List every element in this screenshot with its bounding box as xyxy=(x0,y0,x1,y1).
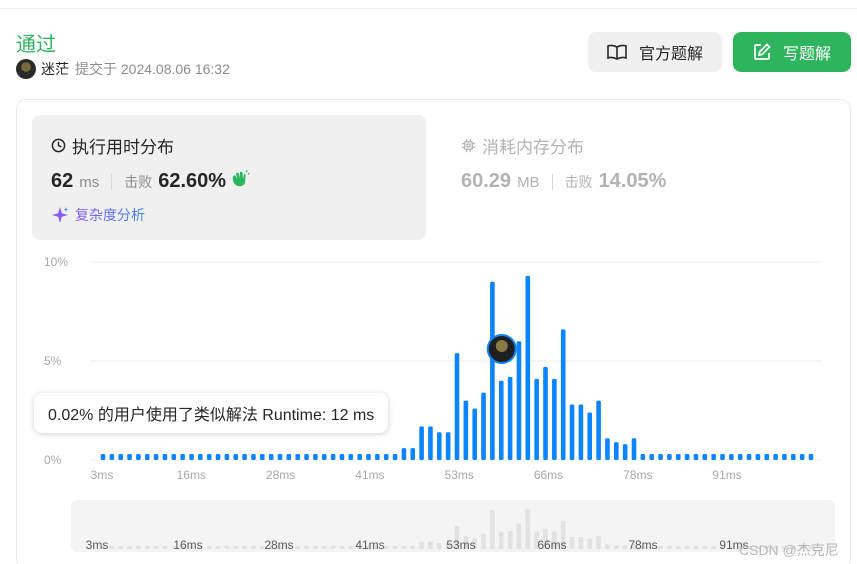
runtime-card[interactable]: 执行用时分布 62 ms 击败 62.60% 复杂度分析 xyxy=(32,115,426,240)
runtime-beats-label: 击败 xyxy=(124,174,153,190)
memory-unit: MB xyxy=(517,174,540,191)
book-icon xyxy=(607,44,627,60)
submission-status: 通过 xyxy=(16,34,56,56)
memory-card[interactable]: 消耗内存分布 60.29 MB 击败 14.05% xyxy=(442,115,836,240)
chart-tooltip: 0.02% 的用户使用了类似解法 Runtime: 12 ms xyxy=(34,393,389,433)
official-solutions-label: 官方题解 xyxy=(638,46,703,63)
clap-icon xyxy=(230,170,250,193)
watermark: CSDN @杰克尼 xyxy=(739,542,839,558)
runtime-title: 执行用时分布 xyxy=(51,133,174,158)
top-divider xyxy=(0,8,857,9)
submitted-time: 提交于 2024.08.06 16:32 xyxy=(75,61,230,77)
submission-meta: 迷茫 提交于 2024.08.06 16:32 xyxy=(16,59,230,79)
write-solution-label: 写题解 xyxy=(782,46,831,63)
sparkle-icon xyxy=(52,207,69,223)
complexity-analysis-link[interactable]: 复杂度分析 xyxy=(51,205,145,225)
memory-beats-label: 击败 xyxy=(564,174,593,190)
memory-metric: 60.29 MB 击败 14.05% xyxy=(461,170,666,193)
memory-value: 60.29 xyxy=(461,170,512,192)
runtime-unit: ms xyxy=(79,174,100,191)
clock-icon xyxy=(51,138,66,153)
chip-icon xyxy=(461,138,476,153)
runtime-value: 62 xyxy=(51,170,74,192)
metric-divider xyxy=(551,173,553,190)
runtime-beats-value: 62.60% xyxy=(158,170,227,192)
metric-divider xyxy=(111,173,113,190)
range-navigator[interactable] xyxy=(71,500,835,552)
runtime-title-text: 执行用时分布 xyxy=(72,138,174,157)
write-solution-button[interactable]: 写题解 xyxy=(733,32,851,72)
runtime-metric: 62 ms 击败 62.60% xyxy=(51,170,250,193)
complexity-label: 复杂度分析 xyxy=(75,207,145,223)
username[interactable]: 迷茫 xyxy=(41,59,69,79)
memory-title: 消耗内存分布 xyxy=(461,133,584,158)
memory-beats-value: 14.05% xyxy=(598,170,667,192)
user-avatar[interactable] xyxy=(16,59,36,79)
tooltip-text: 0.02% 的用户使用了类似解法 Runtime: 12 ms xyxy=(48,407,375,424)
edit-icon xyxy=(754,43,771,60)
memory-title-text: 消耗内存分布 xyxy=(482,138,584,157)
official-solutions-button[interactable]: 官方题解 xyxy=(588,32,722,72)
